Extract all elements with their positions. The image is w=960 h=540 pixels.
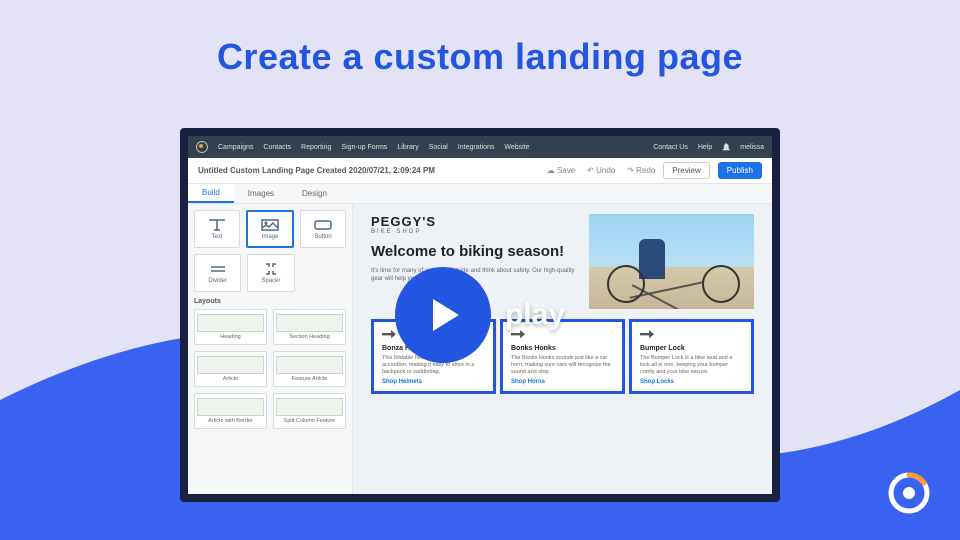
notifications-icon[interactable] bbox=[722, 143, 730, 151]
undo-action[interactable]: ↶ Undo bbox=[587, 166, 615, 175]
text-icon bbox=[208, 218, 226, 232]
sidebar-panel: Text Image Button Divider bbox=[188, 204, 353, 494]
spacer-icon bbox=[262, 262, 280, 276]
nav-campaigns[interactable]: Campaigns bbox=[218, 144, 253, 151]
document-bar: Untitled Custom Landing Page Created 202… bbox=[188, 158, 772, 184]
image-icon bbox=[261, 218, 279, 232]
tab-design[interactable]: Design bbox=[288, 184, 341, 203]
video-thumbnail[interactable]: Campaigns Contacts Reporting Sign-up For… bbox=[180, 128, 780, 502]
play-icon bbox=[433, 299, 459, 331]
layouts-header: Layouts bbox=[194, 298, 346, 305]
cart-icon bbox=[382, 330, 396, 342]
page-brand: PEGGY'S bbox=[371, 214, 577, 229]
block-spacer[interactable]: Spacer bbox=[247, 254, 294, 292]
publish-button[interactable]: Publish bbox=[718, 162, 762, 179]
card-lock[interactable]: Bumper Lock The Bumper Lock is a bike se… bbox=[629, 319, 754, 394]
block-button[interactable]: Button bbox=[300, 210, 346, 248]
nav-integrations[interactable]: Integrations bbox=[458, 144, 495, 151]
help-link[interactable]: Help bbox=[698, 144, 712, 151]
user-menu[interactable]: melissa bbox=[740, 144, 764, 151]
page-headline: Welcome to biking season! bbox=[371, 243, 577, 261]
layout-article[interactable]: Article bbox=[194, 351, 267, 387]
divider-icon bbox=[209, 262, 227, 276]
card-cta[interactable]: Shop Locks bbox=[640, 379, 743, 385]
nav-signup-forms[interactable]: Sign-up Forms bbox=[341, 144, 387, 151]
redo-action[interactable]: ↷ Redo bbox=[627, 166, 655, 175]
hero-image bbox=[589, 214, 754, 309]
nav-reporting[interactable]: Reporting bbox=[301, 144, 331, 151]
nav-social[interactable]: Social bbox=[429, 144, 448, 151]
layout-article-border[interactable]: Article with Border bbox=[194, 393, 267, 429]
block-divider[interactable]: Divider bbox=[194, 254, 241, 292]
brand-logo-icon bbox=[886, 470, 932, 516]
block-image[interactable]: Image bbox=[246, 210, 294, 248]
nav-library[interactable]: Library bbox=[397, 144, 418, 151]
tab-images[interactable]: Images bbox=[234, 184, 288, 203]
layout-section-heading[interactable]: Section Heading bbox=[273, 309, 346, 345]
editor-tabs: Build Images Design bbox=[188, 184, 772, 204]
save-action[interactable]: ☁ Save bbox=[547, 166, 575, 175]
card-horns[interactable]: Bonks Honks The Bonks Honks sounds just … bbox=[500, 319, 625, 394]
button-icon bbox=[314, 218, 332, 232]
page-brand-sub: BIKE SHOP bbox=[371, 229, 577, 235]
preview-button[interactable]: Preview bbox=[663, 162, 709, 179]
app-topbar: Campaigns Contacts Reporting Sign-up For… bbox=[188, 136, 772, 158]
nav-website[interactable]: Website bbox=[504, 144, 529, 151]
block-text[interactable]: Text bbox=[194, 210, 240, 248]
contact-us-link[interactable]: Contact Us bbox=[653, 144, 688, 151]
card-cta[interactable]: Shop Helmets bbox=[382, 379, 485, 385]
cart-icon bbox=[640, 330, 654, 342]
layout-split-column[interactable]: Split Column Feature bbox=[273, 393, 346, 429]
hero-title: Create a custom landing page bbox=[0, 36, 960, 78]
layout-heading[interactable]: Heading bbox=[194, 309, 267, 345]
document-title: Untitled Custom Landing Page Created 202… bbox=[198, 166, 435, 175]
app-logo-icon bbox=[196, 141, 208, 153]
cart-icon bbox=[511, 330, 525, 342]
nav-contacts[interactable]: Contacts bbox=[263, 144, 291, 151]
card-cta[interactable]: Shop Horns bbox=[511, 379, 614, 385]
tab-build[interactable]: Build bbox=[188, 184, 234, 203]
layout-feature-article[interactable]: Feature Article bbox=[273, 351, 346, 387]
play-button[interactable] bbox=[395, 267, 491, 363]
